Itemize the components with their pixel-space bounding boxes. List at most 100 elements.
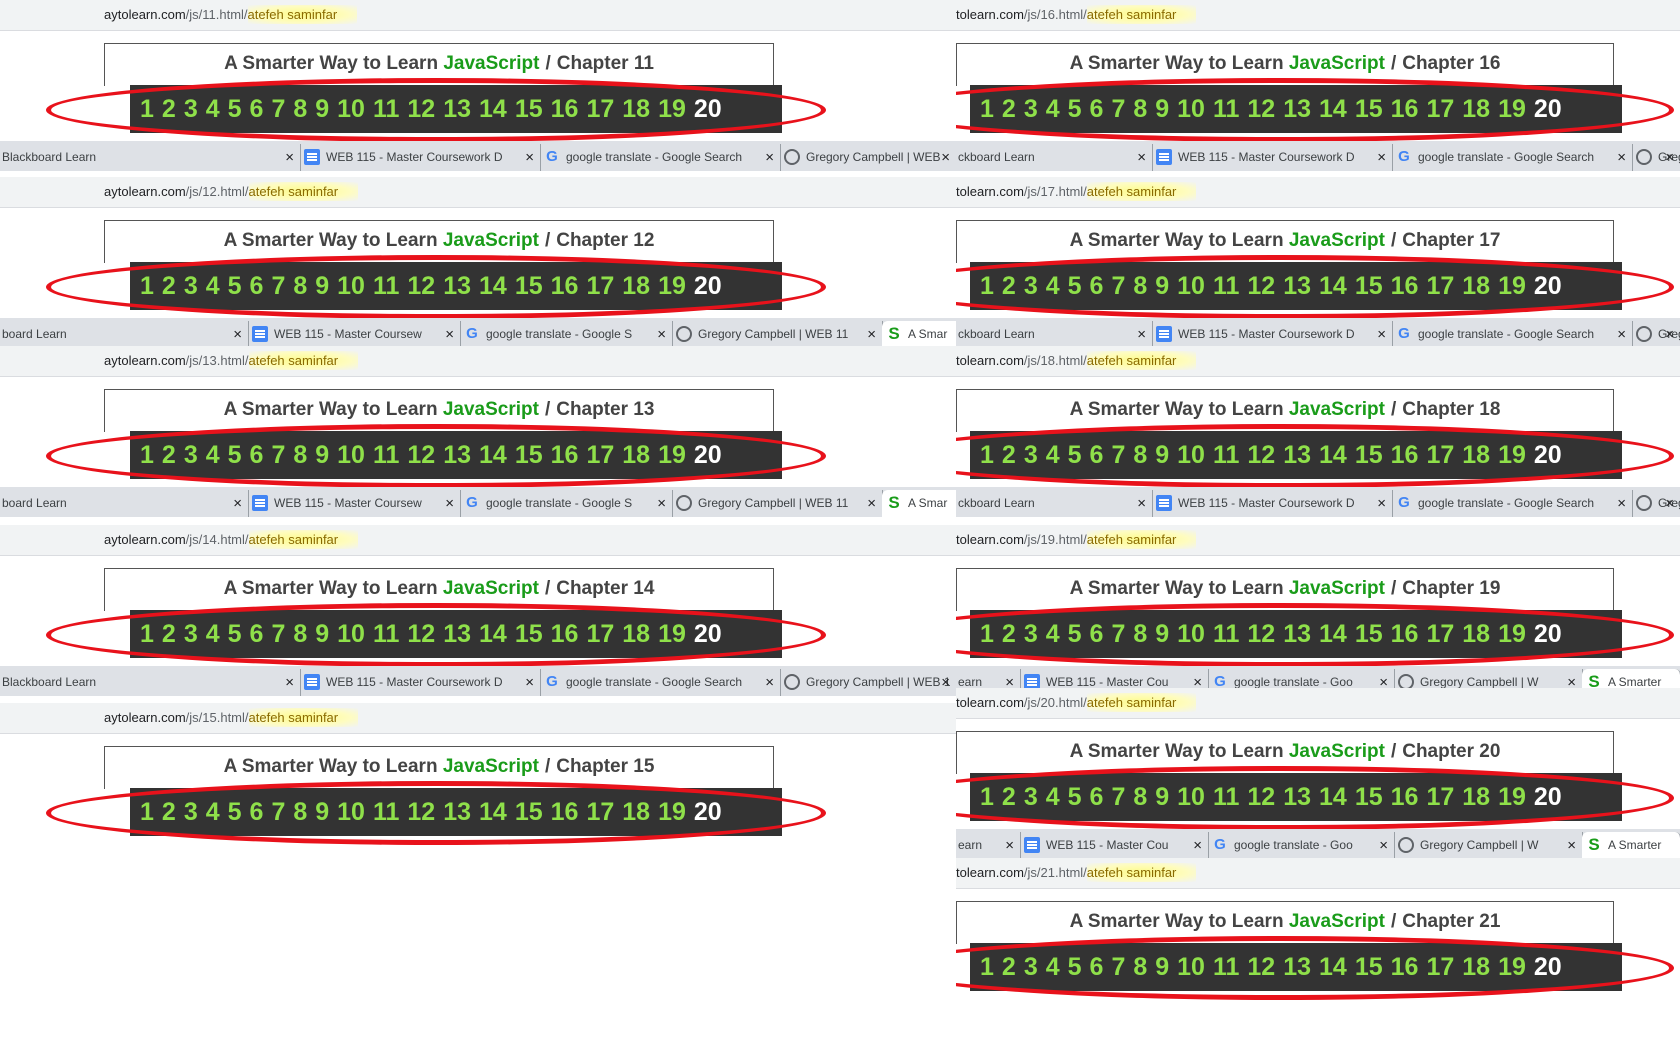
tab-close-icon[interactable]: × [1193, 832, 1202, 859]
chapter-link-20[interactable]: 20 [1534, 620, 1562, 649]
chapter-link-13[interactable]: 13 [443, 441, 471, 470]
chapter-link-5[interactable]: 5 [228, 441, 242, 470]
chapter-link-19[interactable]: 19 [658, 620, 686, 649]
chapter-link-1[interactable]: 1 [980, 620, 994, 649]
tab-close-icon[interactable]: × [941, 144, 950, 171]
chapter-link-2[interactable]: 2 [162, 95, 176, 124]
chapter-link-10[interactable]: 10 [1177, 620, 1205, 649]
chapter-link-4[interactable]: 4 [1046, 272, 1060, 301]
browser-tab[interactable]: WEB 115 - Master Coursework D × [1152, 321, 1393, 348]
chapter-link-8[interactable]: 8 [1133, 441, 1147, 470]
chapter-link-16[interactable]: 16 [551, 441, 579, 470]
chapter-link-4[interactable]: 4 [206, 798, 220, 827]
chapter-link-13[interactable]: 13 [1283, 95, 1311, 124]
chapter-link-7[interactable]: 7 [271, 620, 285, 649]
chapter-link-20[interactable]: 20 [694, 272, 722, 301]
chapter-link-7[interactable]: 7 [1111, 783, 1125, 812]
chapter-link-12[interactable]: 12 [1247, 953, 1275, 982]
chapter-link-20[interactable]: 20 [694, 798, 722, 827]
chapter-link-14[interactable]: 14 [1319, 441, 1347, 470]
chapter-link-7[interactable]: 7 [1111, 95, 1125, 124]
tab-close-icon[interactable]: × [867, 321, 876, 348]
chapter-link-1[interactable]: 1 [140, 95, 154, 124]
chapter-link-18[interactable]: 18 [1462, 272, 1490, 301]
chapter-link-11[interactable]: 11 [1213, 272, 1239, 301]
browser-tab[interactable]: WEB 115 - Master Coursework D × [300, 144, 541, 171]
tab-close-icon[interactable]: × [445, 321, 454, 348]
chapter-link-6[interactable]: 6 [250, 95, 264, 124]
chapter-link-6[interactable]: 6 [1090, 272, 1104, 301]
browser-tab[interactable]: ckboard Learn × [956, 321, 1153, 348]
chapter-link-15[interactable]: 15 [1355, 95, 1383, 124]
chapter-link-5[interactable]: 5 [1068, 441, 1082, 470]
chapter-link-15[interactable]: 15 [1355, 953, 1383, 982]
browser-tab[interactable]: Greg× [1632, 144, 1680, 171]
chapter-link-8[interactable]: 8 [1133, 272, 1147, 301]
chapter-link-19[interactable]: 19 [658, 441, 686, 470]
chapter-link-11[interactable]: 11 [373, 441, 399, 470]
chapter-link-1[interactable]: 1 [140, 441, 154, 470]
chapter-link-1[interactable]: 1 [140, 798, 154, 827]
browser-tab[interactable]: WEB 115 - Master Cou × [1020, 832, 1209, 859]
chapter-link-15[interactable]: 15 [1355, 441, 1383, 470]
chapter-link-10[interactable]: 10 [337, 441, 365, 470]
chapter-link-20[interactable]: 20 [694, 620, 722, 649]
chapter-link-18[interactable]: 18 [622, 95, 650, 124]
chapter-link-7[interactable]: 7 [1111, 620, 1125, 649]
chapter-link-9[interactable]: 9 [315, 441, 329, 470]
browser-tab[interactable]: Gregory Campbell | W × [1394, 832, 1583, 859]
chapter-link-1[interactable]: 1 [980, 441, 994, 470]
chapter-link-14[interactable]: 14 [479, 620, 507, 649]
browser-tab[interactable]: Blackboard Learn × [0, 669, 301, 696]
chapter-link-18[interactable]: 18 [622, 798, 650, 827]
tab-close-icon[interactable]: × [1137, 144, 1146, 171]
tab-close-icon[interactable]: × [1377, 321, 1386, 348]
tab-close-icon[interactable]: × [233, 490, 242, 517]
chapter-link-2[interactable]: 2 [1002, 441, 1016, 470]
tab-close-icon[interactable]: × [1617, 490, 1626, 517]
browser-tab[interactable]: Blackboard Learn × [0, 144, 301, 171]
chapter-link-6[interactable]: 6 [250, 441, 264, 470]
chapter-link-12[interactable]: 12 [407, 272, 435, 301]
chapter-link-5[interactable]: 5 [228, 620, 242, 649]
chapter-link-17[interactable]: 17 [1426, 95, 1454, 124]
chapter-link-11[interactable]: 11 [373, 272, 399, 301]
address-bar[interactable]: tolearn.com/js/21.html/atefeh saminfar [956, 858, 1680, 889]
chapter-link-11[interactable]: 11 [373, 95, 399, 124]
chapter-link-15[interactable]: 15 [1355, 783, 1383, 812]
chapter-link-9[interactable]: 9 [1155, 441, 1169, 470]
chapter-link-14[interactable]: 14 [1319, 272, 1347, 301]
chapter-link-15[interactable]: 15 [515, 441, 543, 470]
chapter-link-1[interactable]: 1 [980, 783, 994, 812]
chapter-link-10[interactable]: 10 [1177, 272, 1205, 301]
chapter-link-8[interactable]: 8 [293, 95, 307, 124]
chapter-link-19[interactable]: 19 [1498, 783, 1526, 812]
browser-tab[interactable]: Greg× [1632, 321, 1680, 348]
browser-tab[interactable]: ckboard Learn × [956, 490, 1153, 517]
chapter-link-17[interactable]: 17 [1426, 620, 1454, 649]
chapter-link-10[interactable]: 10 [337, 798, 365, 827]
address-bar[interactable]: aytolearn.com/js/11.html/atefeh saminfar [0, 0, 956, 31]
chapter-link-2[interactable]: 2 [162, 620, 176, 649]
chapter-link-8[interactable]: 8 [293, 441, 307, 470]
browser-tab[interactable]: Ggoogle translate - Google Search × [540, 144, 781, 171]
browser-tab[interactable]: Ggoogle translate - Google S × [460, 321, 673, 348]
tab-close-icon[interactable]: × [445, 490, 454, 517]
chapter-link-18[interactable]: 18 [1462, 620, 1490, 649]
browser-tab[interactable]: WEB 115 - Master Coursework D × [1152, 144, 1393, 171]
chapter-link-6[interactable]: 6 [250, 272, 264, 301]
address-bar[interactable]: aytolearn.com/js/13.html/atefeh saminfar [0, 346, 956, 377]
browser-tab[interactable]: S A Smar [882, 321, 956, 348]
chapter-link-3[interactable]: 3 [1024, 441, 1038, 470]
chapter-link-3[interactable]: 3 [184, 798, 198, 827]
chapter-link-12[interactable]: 12 [1247, 620, 1275, 649]
chapter-link-3[interactable]: 3 [184, 272, 198, 301]
chapter-link-17[interactable]: 17 [586, 95, 614, 124]
chapter-link-8[interactable]: 8 [1133, 95, 1147, 124]
browser-tab[interactable]: Ggoogle translate - Google Search × [1392, 321, 1633, 348]
chapter-link-3[interactable]: 3 [1024, 783, 1038, 812]
chapter-link-14[interactable]: 14 [1319, 95, 1347, 124]
chapter-link-11[interactable]: 11 [1213, 783, 1239, 812]
chapter-link-10[interactable]: 10 [337, 95, 365, 124]
chapter-link-19[interactable]: 19 [658, 95, 686, 124]
